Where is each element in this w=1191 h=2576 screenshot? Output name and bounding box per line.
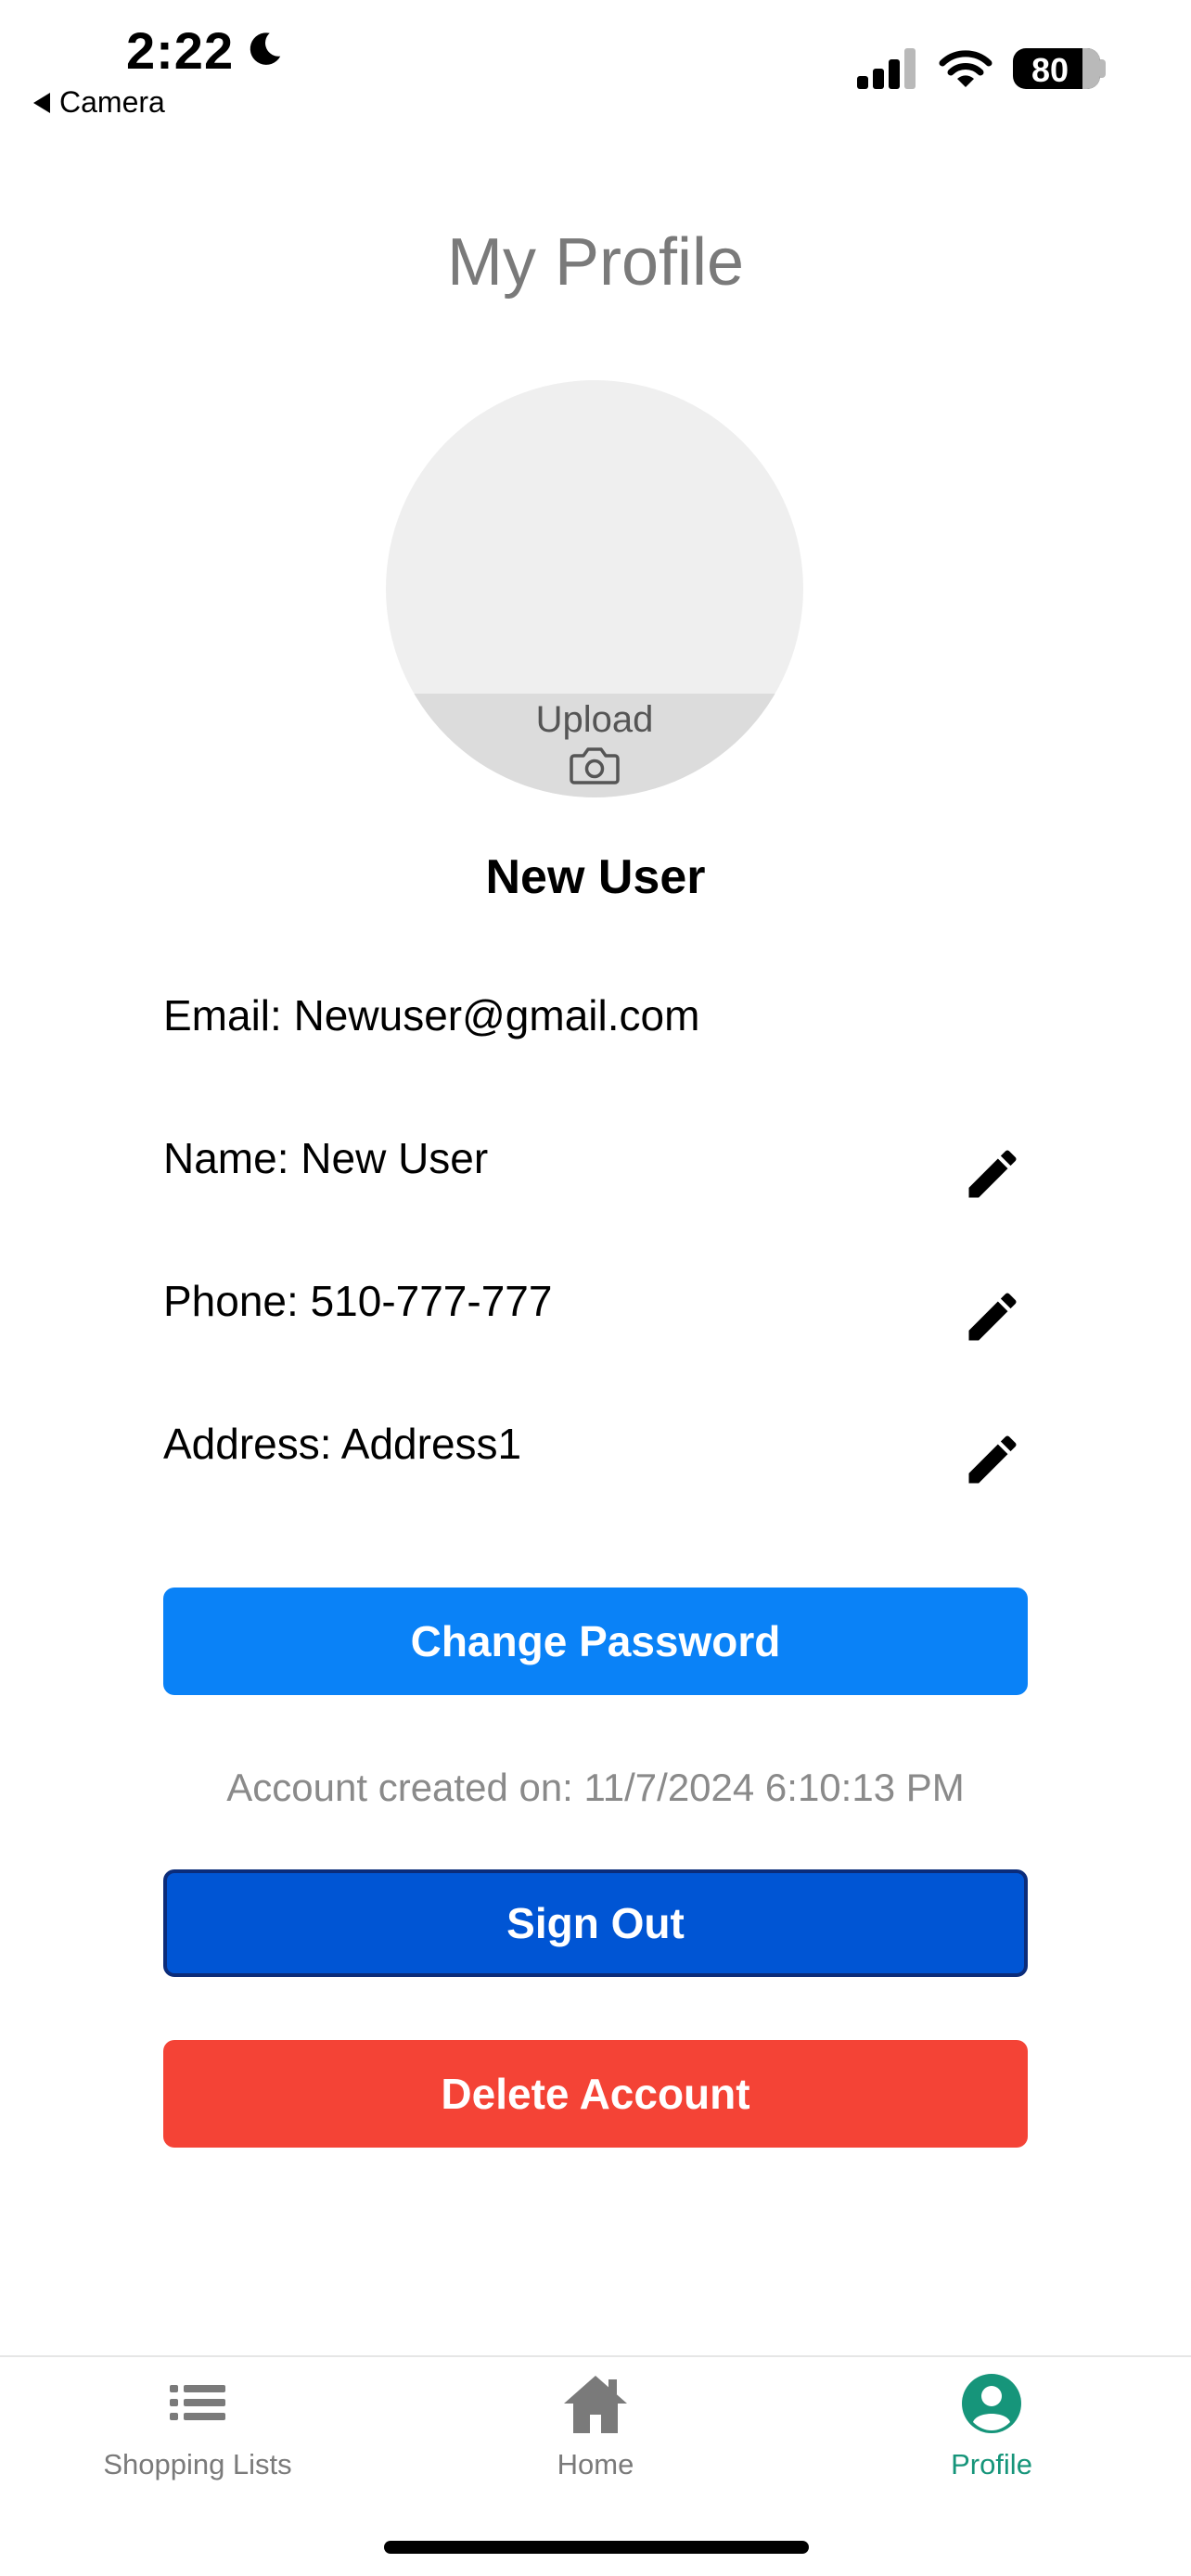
- email-field: Email: Newuser@gmail.com: [163, 991, 700, 1039]
- battery-nub: [1100, 59, 1106, 78]
- delete-account-button[interactable]: Delete Account: [163, 2040, 1028, 2148]
- cellular-signal-icon: [857, 48, 916, 89]
- sign-out-button[interactable]: Sign Out: [163, 1869, 1028, 1977]
- battery-percent: 80: [1031, 51, 1069, 89]
- wifi-icon: [939, 50, 992, 87]
- tab-home[interactable]: Home: [401, 2370, 790, 2481]
- tab-profile[interactable]: Profile: [797, 2370, 1186, 2481]
- status-time: 2:22: [126, 21, 235, 80]
- upload-photo-button[interactable]: Upload: [386, 694, 803, 797]
- profile-icon: [962, 2374, 1021, 2433]
- tab-label: Profile: [951, 2448, 1032, 2480]
- tab-bar-divider: [0, 2355, 1191, 2357]
- camera-icon: [570, 747, 620, 784]
- edit-address-pencil-icon[interactable]: [961, 1428, 1024, 1491]
- edit-phone-pencil-icon[interactable]: [961, 1285, 1024, 1348]
- address-field: Address: Address1: [163, 1420, 522, 1468]
- back-to-app-link[interactable]: Camera: [33, 85, 165, 120]
- home-icon: [564, 2376, 627, 2433]
- list-icon: [170, 2385, 225, 2420]
- home-indicator[interactable]: [384, 2541, 809, 2554]
- edit-name-pencil-icon[interactable]: [961, 1142, 1024, 1205]
- battery-icon: 80: [1013, 48, 1100, 89]
- user-display-name: New User: [485, 850, 706, 904]
- phone-field: Phone: 510-777-777: [163, 1277, 553, 1325]
- tab-shopping-lists[interactable]: Shopping Lists: [3, 2370, 392, 2481]
- avatar[interactable]: Upload: [386, 380, 803, 797]
- upload-label: Upload: [535, 699, 654, 740]
- moon-icon: [250, 32, 281, 65]
- account-created-text: Account created on: 11/7/2024 6:10:13 PM: [226, 1766, 965, 1809]
- tab-label: Shopping Lists: [103, 2448, 292, 2480]
- back-app-label: Camera: [59, 85, 165, 119]
- page-title: My Profile: [446, 225, 745, 300]
- change-password-button[interactable]: Change Password: [163, 1588, 1028, 1695]
- name-field: Name: New User: [163, 1134, 489, 1182]
- back-arrow-icon: [33, 92, 50, 113]
- tab-label: Home: [557, 2448, 634, 2480]
